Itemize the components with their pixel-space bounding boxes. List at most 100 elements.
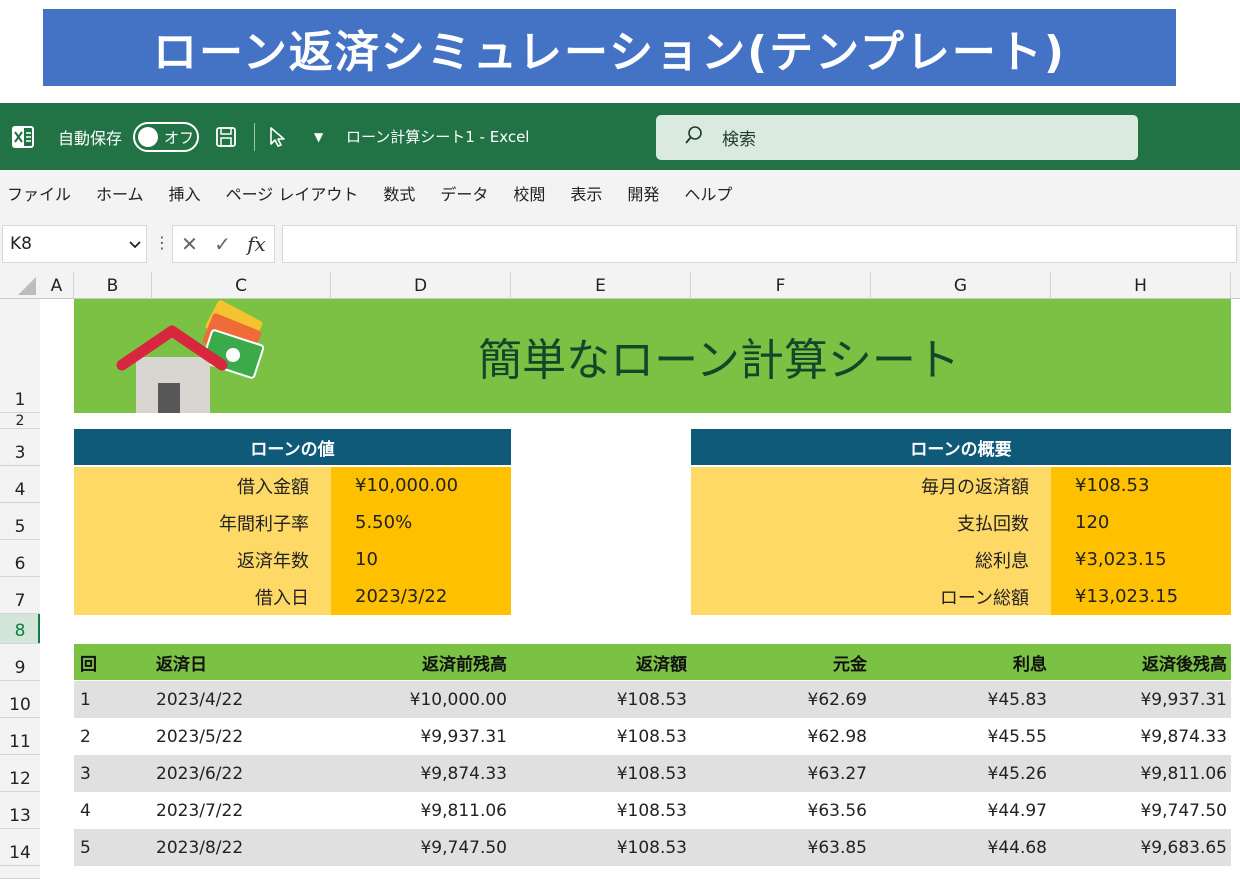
tab-developer[interactable]: 開発: [627, 181, 659, 205]
header-principal[interactable]: 元金: [691, 644, 867, 680]
payment-count-cell[interactable]: 120: [1051, 504, 1231, 541]
column-header[interactable]: G: [871, 272, 1051, 299]
cell-balance-after[interactable]: ¥9,683.65: [1051, 829, 1227, 866]
cell-balance-after[interactable]: ¥9,747.50: [1051, 792, 1227, 829]
tab-file[interactable]: ファイル: [7, 181, 71, 205]
save-icon[interactable]: [215, 103, 237, 170]
cell-number[interactable]: 1: [80, 681, 140, 718]
column-header[interactable]: B: [74, 272, 152, 299]
cancel-icon[interactable]: ✕: [181, 232, 198, 256]
header-balance-after[interactable]: 返済後残高: [1051, 644, 1227, 680]
cell-balance-before[interactable]: ¥9,811.06: [331, 792, 507, 829]
header-balance-before[interactable]: 返済前残高: [331, 644, 507, 680]
row-header[interactable]: 14: [0, 829, 40, 866]
cell-payment[interactable]: ¥108.53: [511, 829, 687, 866]
cell-balance-before[interactable]: ¥10,000.00: [331, 681, 507, 718]
repayment-years-cell[interactable]: 10: [331, 541, 511, 578]
table-row[interactable]: 3 2023/6/22 ¥9,874.33 ¥108.53 ¥63.27 ¥45…: [74, 755, 1231, 792]
more-icon[interactable]: ⋮: [154, 233, 170, 252]
tab-page-layout[interactable]: ページ レイアウト: [226, 181, 359, 205]
tab-home[interactable]: ホーム: [96, 181, 144, 205]
cell-payment[interactable]: ¥108.53: [511, 792, 687, 829]
tab-review[interactable]: 校閲: [513, 181, 545, 205]
row-header[interactable]: 9: [0, 644, 40, 681]
tab-data[interactable]: データ: [440, 181, 488, 205]
tab-view[interactable]: 表示: [570, 181, 602, 205]
total-interest-cell[interactable]: ¥3,023.15: [1051, 541, 1231, 578]
row-header[interactable]: [0, 866, 40, 879]
cell-interest[interactable]: ¥45.83: [871, 681, 1047, 718]
cell-interest[interactable]: ¥45.55: [871, 718, 1047, 755]
tab-help[interactable]: ヘルプ: [684, 181, 732, 205]
table-row[interactable]: 4 2023/7/22 ¥9,811.06 ¥108.53 ¥63.56 ¥44…: [74, 792, 1231, 829]
cell-payment[interactable]: ¥108.53: [511, 718, 687, 755]
row-header[interactable]: 11: [0, 718, 40, 755]
cell-balance-after[interactable]: ¥9,811.06: [1051, 755, 1227, 792]
row-header[interactable]: 2: [0, 413, 40, 429]
row-header[interactable]: 7: [0, 577, 40, 614]
cell-interest[interactable]: ¥45.26: [871, 755, 1047, 792]
loan-amount-cell[interactable]: ¥10,000.00: [331, 467, 511, 504]
pointer-icon[interactable]: [268, 103, 288, 170]
select-all-corner[interactable]: [0, 272, 40, 299]
header-payment[interactable]: 返済額: [511, 644, 687, 680]
column-header[interactable]: F: [691, 272, 871, 299]
name-box[interactable]: K8: [2, 225, 147, 263]
search-input[interactable]: 検索: [656, 115, 1138, 160]
row-header[interactable]: 13: [0, 792, 40, 829]
monthly-payment-cell[interactable]: ¥108.53: [1051, 467, 1231, 504]
cell-principal[interactable]: ¥62.69: [691, 681, 867, 718]
column-header[interactable]: A: [40, 272, 74, 299]
chevron-down-icon[interactable]: ▼: [314, 103, 323, 170]
excel-icon[interactable]: [12, 103, 34, 170]
row-header[interactable]: 12: [0, 755, 40, 792]
autosave-toggle[interactable]: オフ: [133, 122, 199, 152]
cell-principal[interactable]: ¥63.85: [691, 829, 867, 866]
cell-date[interactable]: 2023/6/22: [156, 755, 326, 792]
function-icon[interactable]: fx: [247, 232, 266, 256]
cell-date[interactable]: 2023/5/22: [156, 718, 326, 755]
cell-principal[interactable]: ¥63.27: [691, 755, 867, 792]
cell-balance-after[interactable]: ¥9,874.33: [1051, 718, 1227, 755]
row-header[interactable]: 1: [0, 299, 40, 413]
header-number[interactable]: 回: [80, 644, 140, 680]
row-header[interactable]: 6: [0, 540, 40, 577]
column-header[interactable]: E: [511, 272, 691, 299]
cell-balance-before[interactable]: ¥9,937.31: [331, 718, 507, 755]
cell-principal[interactable]: ¥62.98: [691, 718, 867, 755]
cell-balance-after[interactable]: ¥9,937.31: [1051, 681, 1227, 718]
column-header[interactable]: C: [152, 272, 331, 299]
cell-number[interactable]: 5: [80, 829, 140, 866]
column-header[interactable]: D: [331, 272, 511, 299]
cell-balance-before[interactable]: ¥9,747.50: [331, 829, 507, 866]
table-row[interactable]: 2 2023/5/22 ¥9,937.31 ¥108.53 ¥62.98 ¥45…: [74, 718, 1231, 755]
cell-date[interactable]: 2023/4/22: [156, 681, 326, 718]
column-header[interactable]: H: [1051, 272, 1231, 299]
cell-interest[interactable]: ¥44.68: [871, 829, 1047, 866]
row-header[interactable]: 4: [0, 466, 40, 503]
header-date[interactable]: 返済日: [156, 644, 326, 680]
cell-principal[interactable]: ¥63.56: [691, 792, 867, 829]
row-header[interactable]: 10: [0, 681, 40, 718]
check-icon[interactable]: ✓: [214, 232, 231, 256]
cell-interest[interactable]: ¥44.97: [871, 792, 1047, 829]
cell-payment[interactable]: ¥108.53: [511, 681, 687, 718]
row-header[interactable]: 5: [0, 503, 40, 540]
chevron-down-icon[interactable]: [129, 234, 141, 254]
tab-insert[interactable]: 挿入: [169, 181, 201, 205]
loan-total-cell[interactable]: ¥13,023.15: [1051, 578, 1231, 615]
cell-number[interactable]: 3: [80, 755, 140, 792]
header-interest[interactable]: 利息: [871, 644, 1047, 680]
tab-formulas[interactable]: 数式: [383, 181, 415, 205]
table-row[interactable]: 5 2023/8/22 ¥9,747.50 ¥108.53 ¥63.85 ¥44…: [74, 829, 1231, 866]
row-header-active[interactable]: 8: [0, 614, 40, 644]
cell-date[interactable]: 2023/8/22: [156, 829, 326, 866]
cell-number[interactable]: 2: [80, 718, 140, 755]
row-header[interactable]: 3: [0, 429, 40, 466]
cell-date[interactable]: 2023/7/22: [156, 792, 326, 829]
loan-date-cell[interactable]: 2023/3/22: [331, 578, 511, 615]
cell-payment[interactable]: ¥108.53: [511, 755, 687, 792]
cell-balance-before[interactable]: ¥9,874.33: [331, 755, 507, 792]
table-row[interactable]: 1 2023/4/22 ¥10,000.00 ¥108.53 ¥62.69 ¥4…: [74, 681, 1231, 718]
formula-input[interactable]: [282, 225, 1237, 263]
